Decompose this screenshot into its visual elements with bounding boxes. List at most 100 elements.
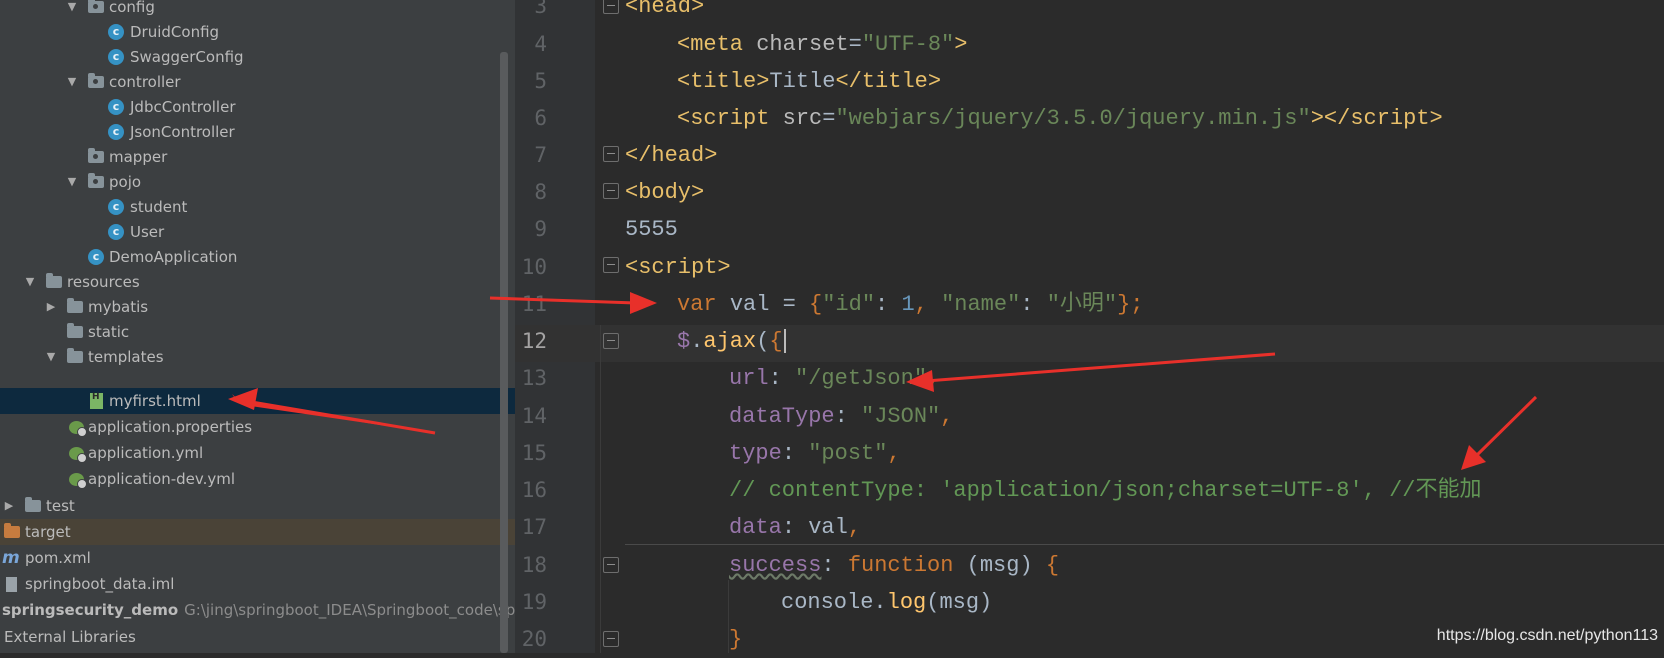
spring-config-icon <box>69 447 87 463</box>
tree-item-mybatis[interactable]: ▶ mybatis <box>0 294 515 320</box>
tree-item-label: templates <box>88 348 164 366</box>
line-number: 17 <box>521 515 547 539</box>
tree-item-label: application.yml <box>88 444 204 462</box>
line-number: 4 <box>534 32 547 56</box>
expand-arrow-icon[interactable]: ▼ <box>23 269 37 295</box>
code-line-16: // contentType: 'application/json;charse… <box>729 478 1482 503</box>
tree-item-external-libraries[interactable]: External Libraries <box>0 624 515 650</box>
tree-item-pom-xml[interactable]: m pom.xml <box>0 545 515 571</box>
module-path: G:\jing\springboot_IDEA\Springboot_code\… <box>184 601 515 619</box>
indent-guide <box>600 325 601 653</box>
resources-folder-icon <box>46 273 62 288</box>
folder-icon <box>25 497 41 512</box>
html-file-icon <box>90 384 103 410</box>
tree-item-label: static <box>88 323 130 341</box>
code-line-5: <title>Title</title> <box>677 69 942 94</box>
tree-item-label: pojo <box>109 173 142 191</box>
tree-item-label: springboot_data.iml <box>25 575 175 593</box>
tree-item-pojo[interactable]: ▼ pojo <box>0 169 515 195</box>
module-file-icon <box>6 577 17 592</box>
tree-item-test[interactable]: ▶ test <box>0 493 515 519</box>
tree-item-demoapplication[interactable]: c DemoApplication <box>0 244 515 270</box>
tree-item-iml[interactable]: springboot_data.iml <box>0 571 515 597</box>
code-line-15: type: "post", <box>729 441 901 466</box>
tree-item-controller[interactable]: ▼ controller <box>0 69 515 95</box>
module-label: springsecurity_demo G:\jing\springboot_ID… <box>2 597 515 623</box>
line-number: 13 <box>521 366 547 390</box>
code-line-4: <meta charset="UTF-8"> <box>677 32 968 57</box>
class-icon: c <box>108 199 124 215</box>
code-line-13: url: "/getJson", <box>729 366 941 391</box>
code-line-20: } <box>729 627 743 652</box>
tree-item-application-properties[interactable]: application.properties <box>0 414 515 440</box>
tree-item-resources[interactable]: ▼ resources <box>0 269 515 295</box>
tree-item-label: test <box>46 497 75 515</box>
tree-item-jsoncontroller[interactable]: c JsonController <box>0 119 515 145</box>
line-number: 3 <box>534 0 547 18</box>
fold-marker-icon[interactable] <box>603 0 619 14</box>
tree-item-user[interactable]: c User <box>0 219 515 245</box>
code-line-12: $.ajax({ <box>677 323 786 360</box>
tree-item-label: target <box>25 523 71 541</box>
fold-marker-icon[interactable] <box>603 146 619 162</box>
tree-item-module[interactable]: springsecurity_demo G:\jing\springboot_ID… <box>0 597 515 623</box>
tree-item-label: DemoApplication <box>109 248 238 266</box>
tree-item-static[interactable]: static <box>0 319 515 345</box>
tree-item-label: controller <box>109 73 181 91</box>
tree-item-application-yml[interactable]: application.yml <box>0 440 515 466</box>
tree-item-application-dev-yml[interactable]: application-dev.yml <box>0 466 515 492</box>
line-number-active: 12 <box>521 329 547 353</box>
package-icon <box>88 173 104 188</box>
package-icon <box>88 0 104 13</box>
line-number: 14 <box>521 404 547 428</box>
tree-item-label: myfirst.html <box>109 392 201 410</box>
code-line-19: console.log(msg) <box>781 590 993 615</box>
tree-item-target[interactable]: target <box>0 519 515 545</box>
line-number: 6 <box>534 106 547 130</box>
code-line-8: <body> <box>625 180 705 205</box>
code-line-3: <head> <box>625 0 705 19</box>
folder-icon <box>67 348 83 363</box>
code-line-6: <script src="webjars/jquery/3.5.0/jquery… <box>677 106 1443 131</box>
project-tree-panel: ▼ config c DruidConfig c SwaggerConfig ▼… <box>0 0 515 653</box>
line-number: 9 <box>534 217 547 241</box>
tree-item-mapper[interactable]: mapper <box>0 144 515 170</box>
code-line-18: success: function (msg) { <box>729 553 1060 578</box>
line-number: 19 <box>521 590 547 614</box>
tree-item-student[interactable]: c student <box>0 194 515 220</box>
tree-item-druidconfig[interactable]: c DruidConfig <box>0 19 515 45</box>
tree-item-templates[interactable]: ▼ templates <box>0 344 515 370</box>
expand-arrow-icon[interactable]: ▼ <box>65 0 79 20</box>
class-icon: c <box>108 124 124 140</box>
collapse-arrow-icon[interactable]: ▶ <box>44 294 58 320</box>
spring-config-icon <box>69 421 87 437</box>
fold-marker-icon[interactable] <box>603 257 619 273</box>
tree-item-label: JdbcController <box>130 98 236 116</box>
tree-item-label: config <box>109 0 155 16</box>
fold-marker-icon[interactable] <box>603 557 619 573</box>
line-number: 11 <box>521 292 547 316</box>
class-icon: c <box>108 49 124 65</box>
package-icon <box>88 148 104 163</box>
tree-item-config[interactable]: ▼ config <box>0 0 515 20</box>
line-number: 18 <box>521 553 547 577</box>
fold-marker-icon[interactable] <box>603 183 619 199</box>
fold-marker-icon[interactable] <box>603 333 619 349</box>
tree-scrollbar[interactable] <box>500 52 508 653</box>
tree-item-myfirst-html[interactable]: myfirst.html <box>0 384 515 414</box>
tree-item-label: User <box>130 223 165 241</box>
tree-item-jdbccontroller[interactable]: c JdbcController <box>0 94 515 120</box>
tree-item-swaggerconfig[interactable]: c SwaggerConfig <box>0 44 515 70</box>
expand-arrow-icon[interactable]: ▼ <box>65 69 79 95</box>
tree-item-label: application-dev.yml <box>88 470 236 488</box>
collapse-arrow-icon[interactable]: ▶ <box>2 493 16 519</box>
expand-arrow-icon[interactable]: ▼ <box>65 169 79 195</box>
code-line-9: 5555 <box>625 217 678 242</box>
package-icon <box>88 73 104 88</box>
tree-item-label: resources <box>67 273 140 291</box>
class-icon: c <box>108 224 124 240</box>
code-line-10: <script> <box>625 255 731 280</box>
line-number: 8 <box>534 180 547 204</box>
expand-arrow-icon[interactable]: ▼ <box>44 344 58 370</box>
fold-marker-icon[interactable] <box>603 631 619 647</box>
